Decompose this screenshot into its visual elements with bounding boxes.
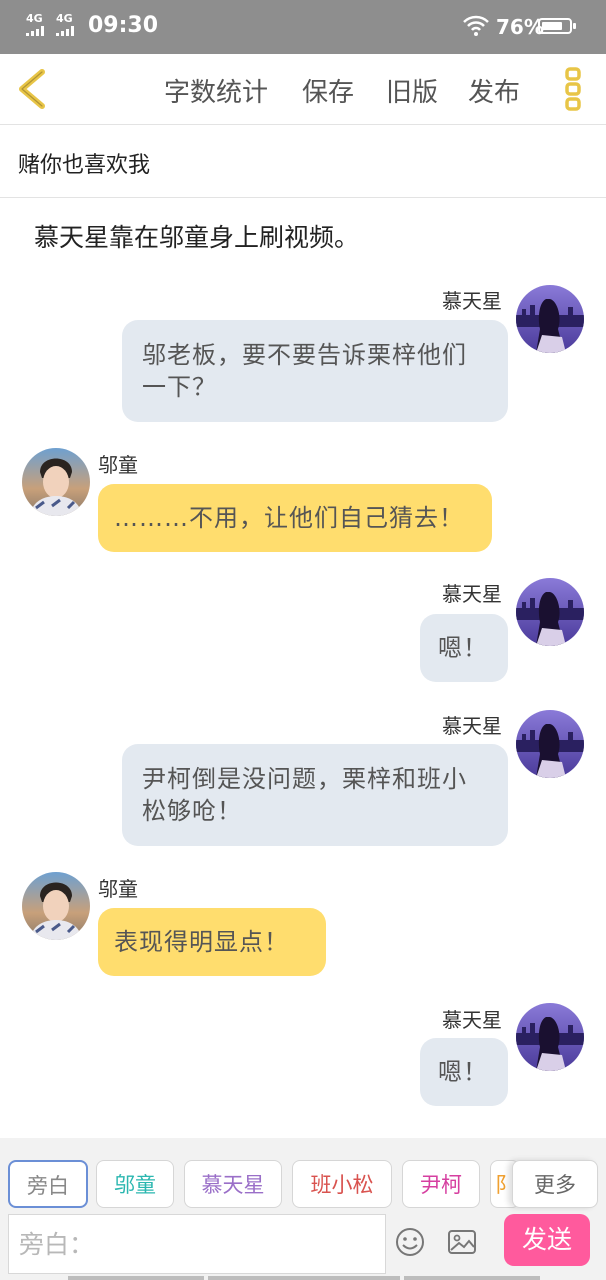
message-bubble: 邬老板，要不要告诉栗梓他们一下？	[122, 320, 508, 422]
emoji-icon[interactable]	[394, 1226, 426, 1258]
battery-icon	[538, 18, 576, 34]
avatar-mutianxing[interactable]	[516, 285, 584, 353]
wifi-icon	[463, 15, 489, 36]
role-chip-banxiaosong[interactable]: 班小松	[292, 1160, 392, 1208]
message-bubble: ………不用，让他们自己猜去！	[98, 484, 492, 552]
status-bar: 4G 4G 09:30 76%	[0, 0, 606, 54]
network-label: 4G	[26, 12, 43, 25]
speaker-name: 邬童	[98, 877, 138, 901]
message-input-field[interactable]	[9, 1215, 385, 1273]
vertical-dots-icon[interactable]	[562, 66, 584, 112]
compose-panel: 旁白 邬童 慕天星 班小松 尹柯 阝 更多 发送	[0, 1138, 606, 1280]
avatar-mutianxing[interactable]	[516, 578, 584, 646]
role-chip-mutianxing[interactable]: 慕天星	[184, 1160, 282, 1208]
publish-button[interactable]: 发布	[468, 72, 520, 109]
scrollbar[interactable]	[404, 1276, 540, 1280]
network-label: 4G	[56, 12, 73, 25]
chapter-title-field[interactable]: 赌你也喜欢我	[0, 125, 606, 198]
message-input[interactable]	[8, 1214, 386, 1274]
battery-percent: 76%	[496, 15, 544, 39]
message-bubble: 尹柯倒是没问题，栗梓和班小松够呛！	[122, 744, 508, 846]
speaker-name: 慕天星	[442, 582, 502, 606]
speaker-name: 慕天星	[442, 1008, 502, 1032]
word-count-button[interactable]: 字数统计	[164, 72, 268, 109]
message-bubble: 嗯！	[420, 1038, 508, 1106]
scrollbar[interactable]	[208, 1276, 400, 1280]
save-button[interactable]: 保存	[302, 72, 354, 109]
role-chip-narrator[interactable]: 旁白	[8, 1160, 88, 1208]
editor-toolbar: 字数统计 保存 旧版 发布	[0, 54, 606, 125]
role-chip-wutong[interactable]: 邬童	[96, 1160, 174, 1208]
chevron-left-icon[interactable]	[14, 66, 50, 112]
avatar-mutianxing[interactable]	[516, 710, 584, 778]
more-roles-button[interactable]: 更多	[512, 1160, 598, 1208]
image-icon[interactable]	[446, 1226, 478, 1258]
message-bubble: 嗯！	[420, 614, 508, 682]
avatar-wutong[interactable]	[22, 872, 90, 940]
message-bubble: 表现得明显点！	[98, 908, 326, 976]
avatar-wutong[interactable]	[22, 448, 90, 516]
send-button[interactable]: 发送	[504, 1214, 590, 1266]
signal-icon: 4G	[56, 12, 74, 36]
signal-icon: 4G	[26, 12, 44, 36]
clock: 09:30	[88, 13, 159, 38]
chapter-title: 赌你也喜欢我	[18, 153, 151, 178]
old-version-button[interactable]: 旧版	[386, 72, 438, 109]
avatar-mutianxing[interactable]	[516, 1003, 584, 1071]
narration-text: 慕天星靠在邬童身上刷视频。	[34, 223, 360, 252]
role-chip-yinke[interactable]: 尹柯	[402, 1160, 480, 1208]
speaker-name: 邬童	[98, 453, 138, 477]
speaker-name: 慕天星	[442, 714, 502, 738]
scrollbar[interactable]	[68, 1276, 204, 1280]
speaker-name: 慕天星	[442, 289, 502, 313]
